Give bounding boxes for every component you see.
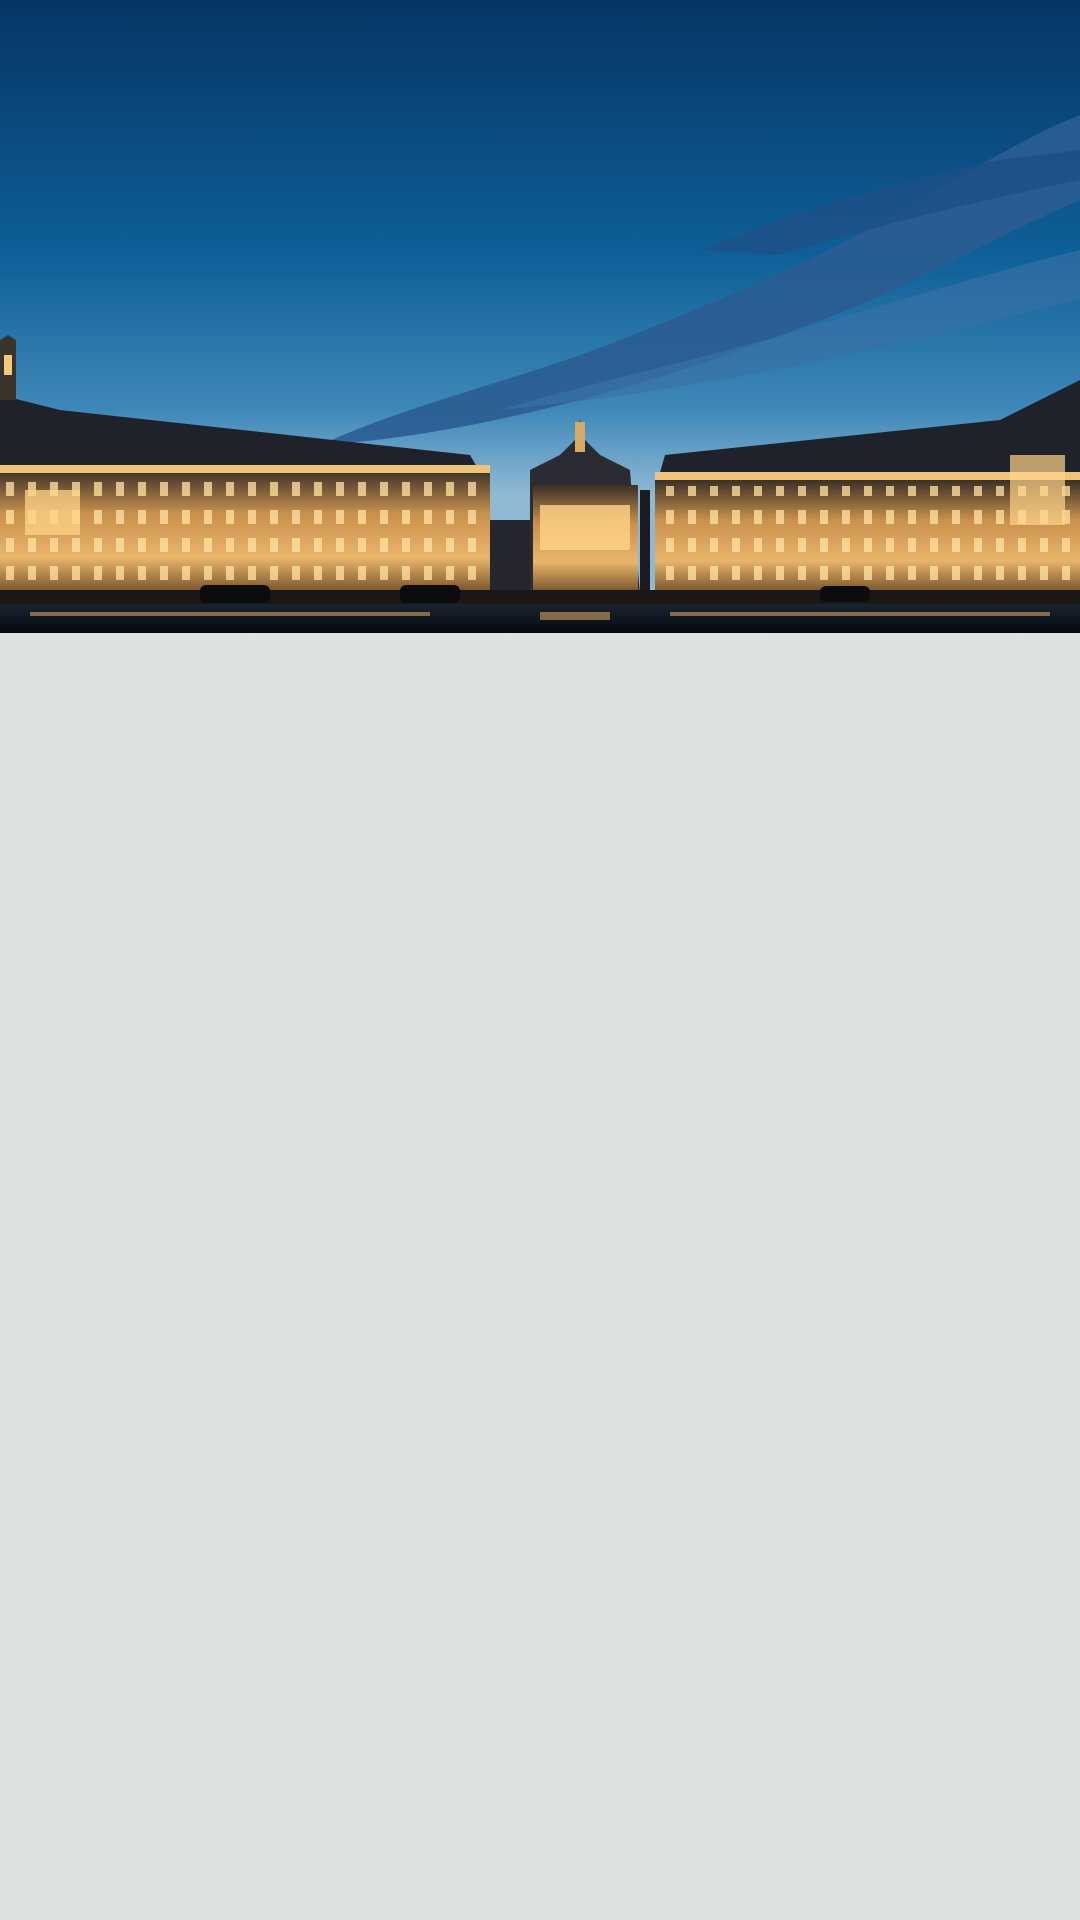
hero-image [0, 0, 1080, 633]
content-area [0, 633, 1080, 1920]
hero-photo-illustration [0, 0, 1080, 633]
screen [0, 0, 1080, 1920]
street [0, 590, 1080, 604]
